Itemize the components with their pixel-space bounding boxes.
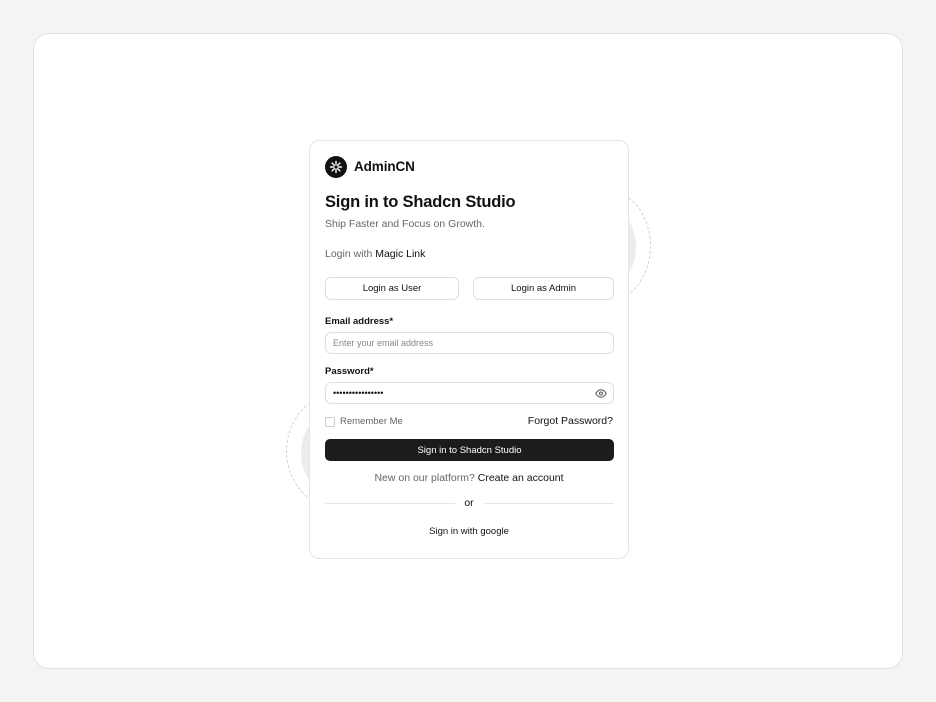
brand-name: AdminCN	[354, 159, 415, 174]
sign-in-button[interactable]: Sign in to Shadcn Studio	[325, 439, 614, 461]
create-account-link[interactable]: Create an account	[478, 472, 564, 484]
email-label: Email address*	[325, 316, 394, 327]
magic-link-row: Login with Magic Link	[325, 248, 425, 260]
login-as-admin-button[interactable]: Login as Admin	[473, 277, 614, 300]
login-as-user-button[interactable]: Login as User	[325, 277, 459, 300]
remember-me-label: Remember Me	[340, 416, 403, 427]
divider-right	[484, 503, 614, 504]
signup-prefix: New on our platform?	[374, 472, 475, 484]
password-input[interactable]	[325, 382, 614, 404]
login-card: AdminCN Sign in to Shadcn Studio Ship Fa…	[309, 140, 629, 559]
sign-in-with-google-button[interactable]: Sign in with google	[310, 526, 628, 537]
page-title: Sign in to Shadcn Studio	[325, 193, 516, 211]
signup-row: New on our platform? Create an account	[310, 472, 628, 484]
magic-link-prefix: Login with	[325, 248, 373, 260]
eye-icon[interactable]	[594, 387, 608, 399]
remember-me-checkbox[interactable]	[325, 417, 335, 427]
email-input[interactable]	[325, 332, 614, 354]
page-subtitle: Ship Faster and Focus on Growth.	[325, 218, 485, 230]
password-label: Password*	[325, 366, 374, 377]
forgot-password-link[interactable]: Forgot Password?	[528, 415, 613, 427]
asterisk-logo-icon	[325, 156, 347, 178]
magic-link[interactable]: Magic Link	[375, 248, 425, 260]
